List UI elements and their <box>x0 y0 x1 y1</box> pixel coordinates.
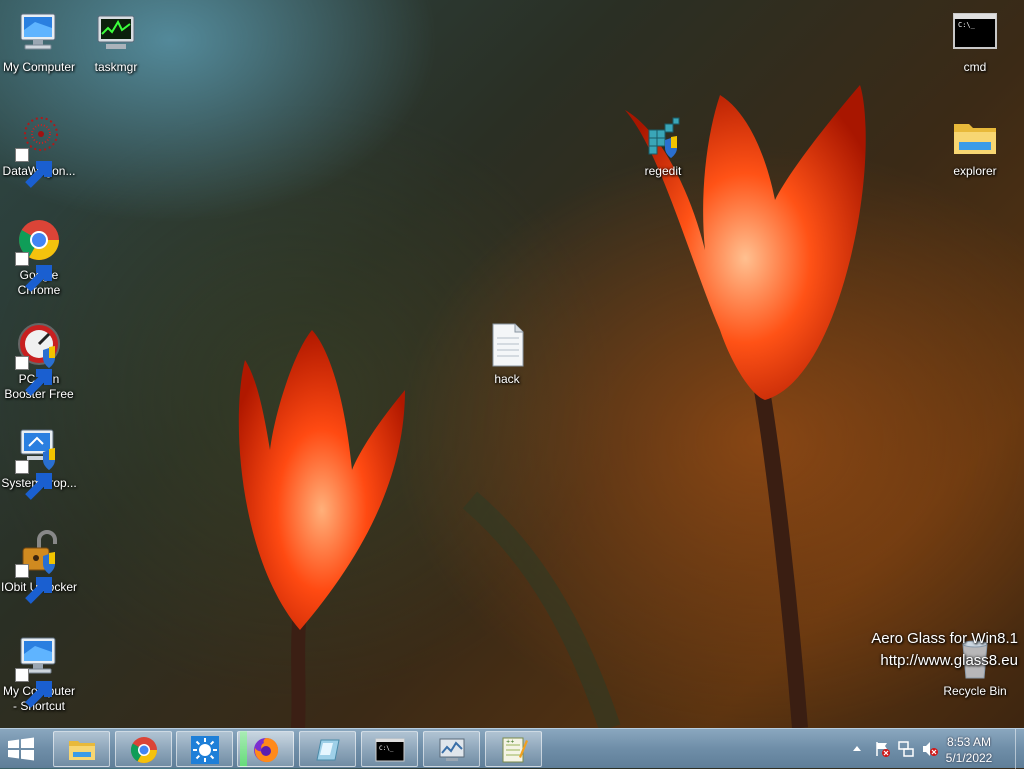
taskbar-notepad-plus-plus[interactable]: ++ <box>485 731 542 767</box>
system-tray <box>848 729 940 769</box>
shortcut-arrow-icon <box>15 148 52 188</box>
desktop-icon-my-computer[interactable]: My Computer <box>0 10 78 75</box>
start-button-windows-icon[interactable] <box>6 737 36 761</box>
notepad-icon: ++ <box>502 737 528 763</box>
desktop-icon-chrome[interactable]: Google Chrome <box>0 218 78 298</box>
taskbar-file-explorer[interactable] <box>53 731 110 767</box>
shortcut-arrow-icon <box>15 252 52 292</box>
svg-text:C:\_: C:\_ <box>958 21 976 29</box>
taskbar-clock[interactable]: 8:53 AM 5/1/2022 <box>934 734 1004 766</box>
padlock-icon <box>15 530 63 604</box>
icon-label: My Computer <box>2 60 76 74</box>
speedometer-icon <box>15 322 63 396</box>
command-prompt-icon: C:\_ <box>375 738 405 762</box>
folder-icon <box>951 114 999 162</box>
network-icon[interactable] <box>898 741 914 757</box>
aero-glass-watermark: Aero Glass for Win8.1 http://www.glass8.… <box>871 628 1018 672</box>
datawagon-icon <box>15 114 63 188</box>
chrome-icon <box>15 218 63 292</box>
monitor-graph-icon <box>439 738 465 761</box>
desktop-icon-hack[interactable]: hack <box>468 322 546 387</box>
folder-icon <box>69 741 95 760</box>
shortcut-arrow-icon <box>15 460 52 500</box>
taskbar-command-prompt[interactable]: C:\_ <box>361 731 418 767</box>
desktop-icon-explorer[interactable]: explorer <box>936 114 1014 179</box>
action-center-flag-icon[interactable] <box>874 741 890 757</box>
taskbar-google-chrome[interactable] <box>115 731 172 767</box>
registry-editor-icon <box>639 114 687 162</box>
desktop-icon-my-computer-shortcut[interactable]: My Computer - Shortcut <box>0 634 78 714</box>
svg-text:C:\_: C:\_ <box>379 745 394 752</box>
icon-label: hack <box>494 372 520 386</box>
taskbar: C:\_ ++ 8:53 AM 5/1/2022 <box>0 728 1024 769</box>
system-properties-icon <box>15 426 63 500</box>
computer-icon <box>15 10 63 58</box>
shortcut-arrow-icon <box>15 668 52 708</box>
icon-label: explorer <box>953 164 997 178</box>
shortcut-arrow-icon <box>15 564 52 604</box>
sun-icon <box>191 736 219 764</box>
shortcut-arrow-icon <box>15 356 52 396</box>
desktop-icon-taskmgr[interactable]: taskmgr <box>77 10 155 75</box>
desktop-icon-cmd[interactable]: C:\_ cmd <box>936 10 1014 75</box>
desktop-icon-datawagon[interactable]: DataWagon... <box>0 114 78 188</box>
taskbar-system-monitor[interactable] <box>423 731 480 767</box>
watermark-line1: Aero Glass for Win8.1 <box>871 630 1018 647</box>
task-manager-icon <box>92 10 140 58</box>
taskbar-sun-app[interactable] <box>176 731 233 767</box>
firefox-icon <box>254 738 279 763</box>
glass-pane-icon <box>316 739 340 761</box>
icon-label: taskmgr <box>94 60 138 74</box>
taskbar-firefox[interactable] <box>237 731 294 767</box>
desktop[interactable]: My Computer taskmgr C:\_ cmd DataWagon..… <box>0 0 1024 728</box>
icon-label: regedit <box>644 164 682 178</box>
text-file-icon <box>483 322 531 370</box>
taskbar-glass-app[interactable] <box>299 731 356 767</box>
desktop-icon-systemprop[interactable]: SystemProp... <box>0 426 78 500</box>
show-desktop-button[interactable] <box>1015 729 1024 769</box>
desktop-icon-pc-win-booster[interactable]: PC Win Booster Free <box>0 322 78 402</box>
chrome-icon <box>130 737 158 764</box>
desktop-icon-iobit-unlocker[interactable]: IObit Unlocker <box>0 530 78 604</box>
show-hidden-icons-chevron-up-icon[interactable] <box>853 745 861 751</box>
computer-icon <box>15 634 63 708</box>
icon-label: cmd <box>963 60 987 74</box>
clock-time: 8:53 AM <box>946 735 992 749</box>
icon-label: Recycle Bin <box>943 684 1007 698</box>
desktop-icon-regedit[interactable]: regedit <box>624 114 702 179</box>
watermark-line2: http://www.glass8.eu <box>880 652 1018 669</box>
clock-date: 5/1/2022 <box>945 751 993 765</box>
command-prompt-icon: C:\_ <box>951 10 999 58</box>
svg-text:++: ++ <box>506 739 514 745</box>
